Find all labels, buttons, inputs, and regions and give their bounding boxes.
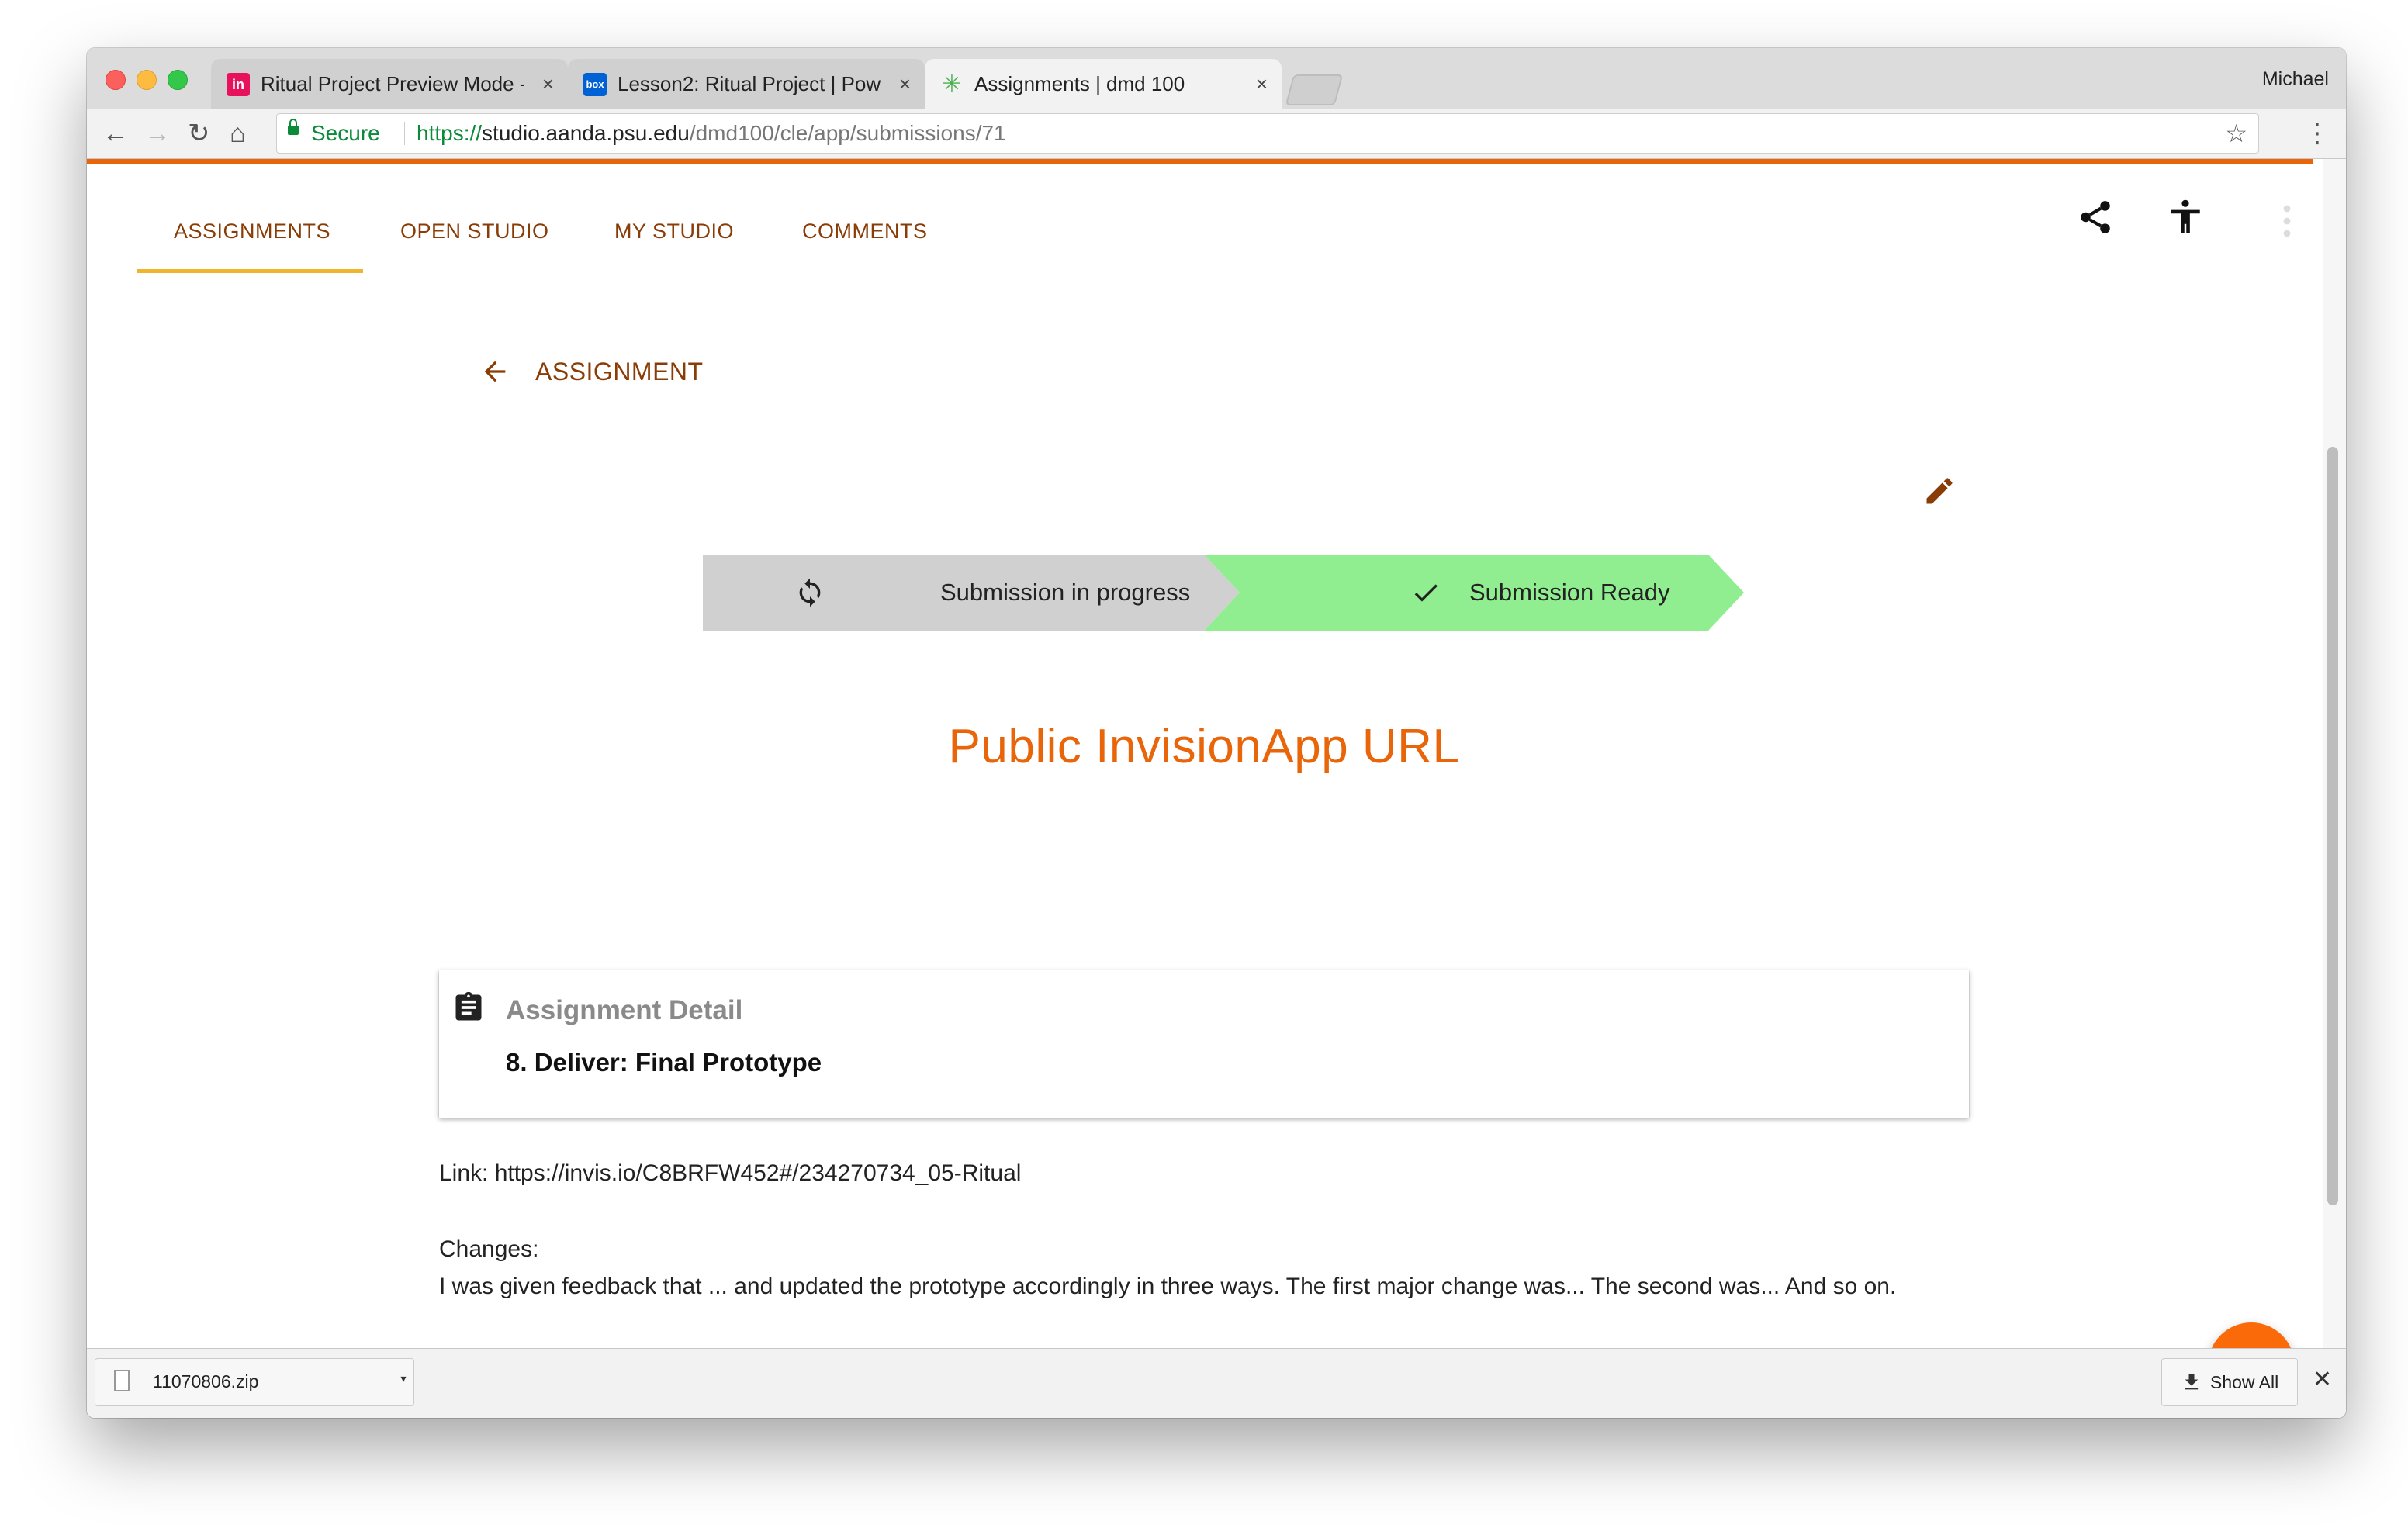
sync-icon <box>799 578 821 607</box>
card-label: Assignment Detail <box>506 995 743 1025</box>
changes-text: I was given feedback that ... and update… <box>439 1274 1897 1299</box>
share-icon[interactable] <box>2076 198 2115 237</box>
browser-tab-invision[interactable]: in Ritual Project Preview Mode - I × <box>211 59 568 109</box>
active-tab-indicator <box>137 269 363 273</box>
tab-assignments[interactable]: ASSIGNMENTS <box>174 220 330 244</box>
tab-title: Assignments | dmd 100 <box>974 72 1185 95</box>
profile-name[interactable]: Michael <box>2262 68 2329 91</box>
download-icon <box>2185 1374 2199 1390</box>
page-title: Public InvisionApp URL <box>948 720 1460 773</box>
url-text[interactable]: https://studio.aanda.psu.edu/dmd100/cle/… <box>417 114 1006 153</box>
browser-toolbar: ← → ↻ ⌂ Secure https://studio.aanda.psu.… <box>87 109 2346 159</box>
step-ready-label: Submission Ready <box>1469 579 1670 606</box>
chevron-down-icon[interactable]: ▾ <box>393 1359 413 1405</box>
tab-title: Lesson2: Ritual Project | Powe <box>618 72 881 95</box>
download-item[interactable]: 11070806.zip ▾ <box>95 1358 414 1406</box>
edit-pencil-icon[interactable] <box>1922 474 1956 508</box>
page-content: ASSIGNMENTS OPEN STUDIO MY STUDIO COMMEN… <box>87 159 2321 1395</box>
show-all-label: Show All <box>2210 1372 2279 1392</box>
tab-open-studio[interactable]: OPEN STUDIO <box>400 220 549 244</box>
tab-strip: in Ritual Project Preview Mode - I × box… <box>87 48 2346 109</box>
tab-my-studio[interactable]: MY STUDIO <box>614 220 734 244</box>
back-label: ASSIGNMENT <box>535 358 704 385</box>
secure-label: Secure <box>311 121 380 145</box>
more-options-icon[interactable] <box>2282 204 2292 238</box>
assignment-detail-card: Assignment Detail 8. Deliver: Final Prot… <box>439 970 1969 1118</box>
studio-asterisk-icon: ✳ <box>942 71 962 97</box>
changes-heading: Changes: <box>439 1236 539 1262</box>
reload-icon[interactable]: ↻ <box>188 115 210 152</box>
minimize-window-button[interactable] <box>137 70 157 90</box>
back-icon[interactable]: ← <box>102 115 129 152</box>
browser-tab-box[interactable]: box Lesson2: Ritual Project | Powe × <box>568 59 925 109</box>
downloads-shelf: 11070806.zip ▾ Show All ✕ <box>87 1348 2346 1418</box>
lock-icon <box>288 119 299 135</box>
assignment-name: 8. Deliver: Final Prototype <box>506 1048 822 1077</box>
forward-icon[interactable]: → <box>144 115 171 152</box>
close-tab-icon[interactable]: × <box>1256 59 1268 109</box>
submission-link: Link: https://invis.io/C8BRFW452#/234270… <box>439 1160 1022 1186</box>
invision-favicon-icon: in <box>227 73 250 96</box>
box-favicon-icon: box <box>583 73 607 96</box>
close-shelf-icon[interactable]: ✕ <box>2313 1366 2332 1393</box>
new-tab-button[interactable] <box>1285 74 1344 105</box>
home-icon[interactable]: ⌂ <box>230 115 246 152</box>
close-tab-icon[interactable]: × <box>542 59 554 109</box>
tab-title: Ritual Project Preview Mode - I <box>261 72 524 95</box>
checkmark-icon <box>1414 584 1438 602</box>
arrow-back-icon <box>484 361 506 382</box>
close-tab-icon[interactable]: × <box>899 59 911 109</box>
top-accent-bar <box>87 159 2313 164</box>
close-window-button[interactable] <box>106 70 126 90</box>
url-path: /dmd100/cle/app/submissions/71 <box>689 121 1006 145</box>
url-host: studio.aanda.psu.edu <box>482 121 690 145</box>
url-scheme: https:// <box>417 121 483 145</box>
tab-comments[interactable]: COMMENTS <box>802 220 928 244</box>
browser-menu-icon[interactable]: ⋮ <box>2304 115 2330 152</box>
omnibox-divider <box>404 122 405 145</box>
download-file-name: 11070806.zip <box>153 1371 259 1391</box>
file-icon <box>114 1370 130 1391</box>
bookmark-star-icon[interactable]: ☆ <box>2225 114 2247 153</box>
browser-tab-assignments[interactable]: ✳ Assignments | dmd 100 × <box>925 59 1282 109</box>
step-in-progress-label: Submission in progress <box>940 579 1191 606</box>
submission-stepper: Submission in progress Submission Ready <box>703 555 1744 631</box>
zoom-window-button[interactable] <box>168 70 188 90</box>
scrollbar-thumb[interactable] <box>2327 447 2338 1205</box>
accessibility-icon[interactable] <box>2166 198 2205 237</box>
show-all-button[interactable]: Show All <box>2161 1358 2298 1406</box>
clipboard-icon <box>455 991 482 1021</box>
browser-window: in Ritual Project Preview Mode - I × box… <box>87 48 2346 1418</box>
address-bar[interactable]: Secure https://studio.aanda.psu.edu/dmd1… <box>276 113 2259 154</box>
